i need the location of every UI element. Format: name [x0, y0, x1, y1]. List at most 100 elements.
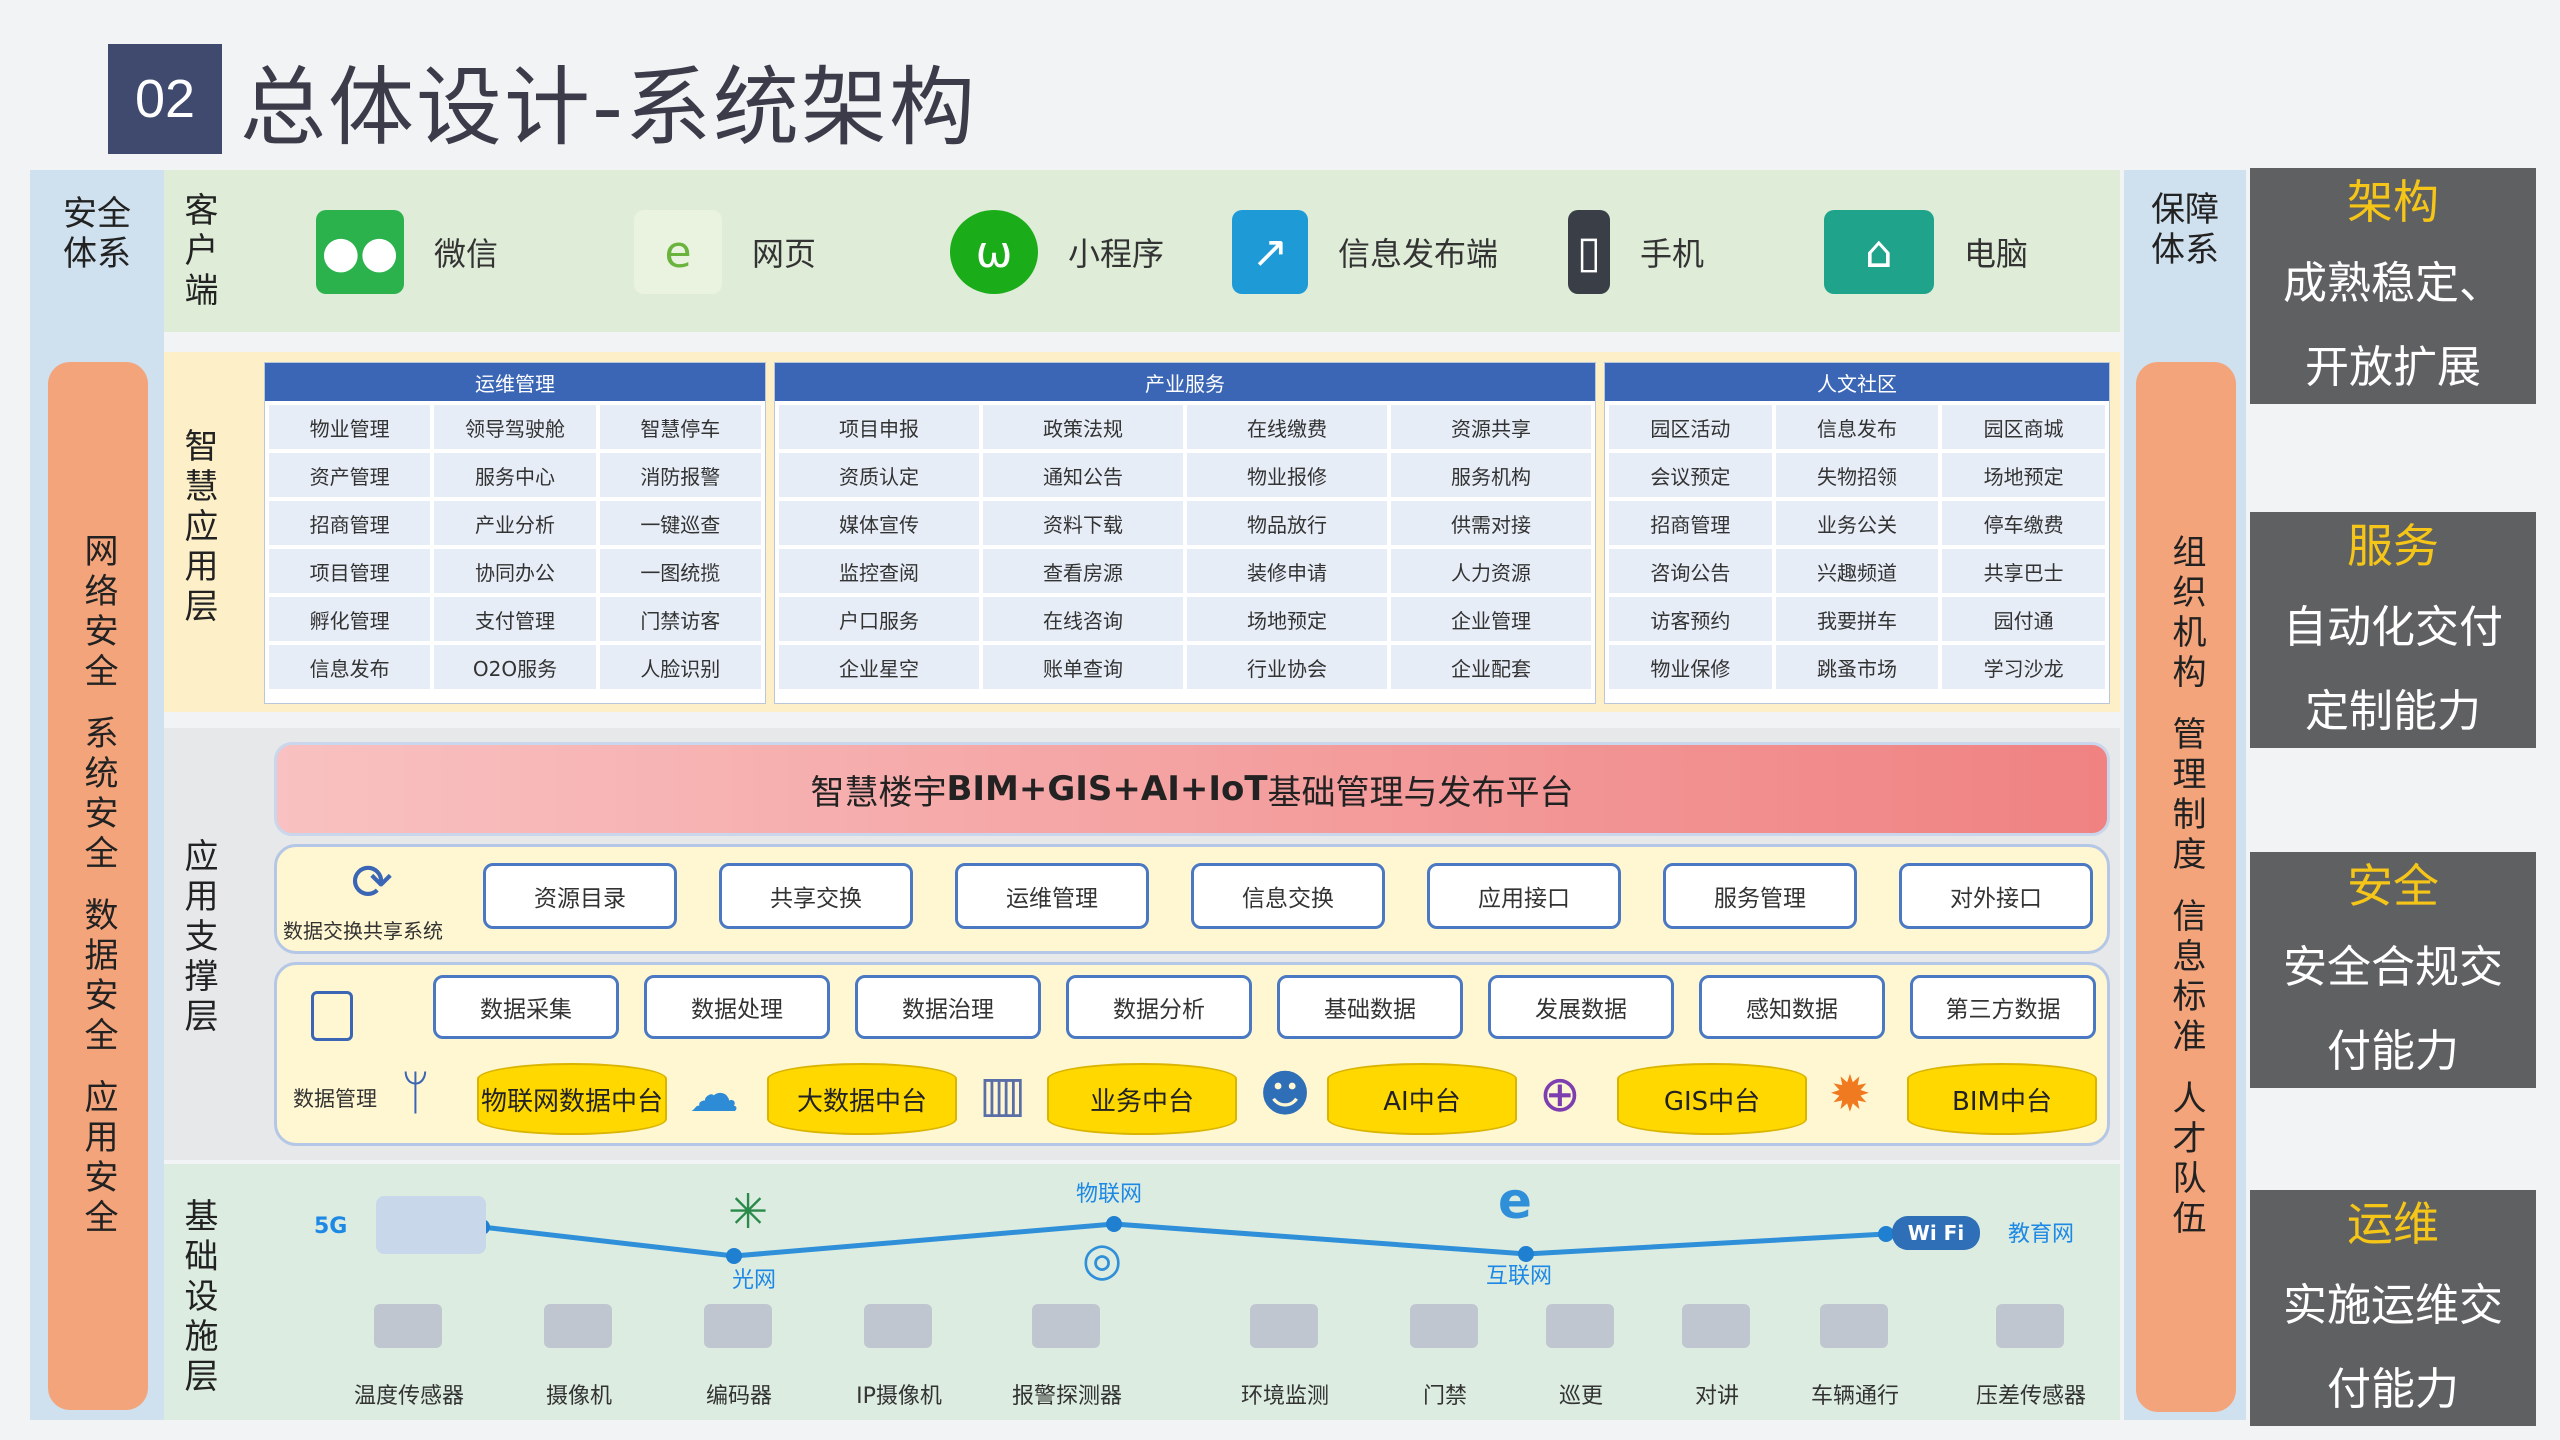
- exchange-button[interactable]: 应用接口: [1427, 863, 1621, 929]
- exchange-button[interactable]: 服务管理: [1663, 863, 1857, 929]
- app-cell[interactable]: 资料下载: [983, 501, 1183, 545]
- app-cell[interactable]: 服务中心: [434, 453, 596, 497]
- app-cell[interactable]: 服务机构: [1391, 453, 1591, 497]
- platform-cylinder[interactable]: 业务中台: [1047, 1063, 1237, 1135]
- client-wechat[interactable]: ●● 微信: [316, 210, 498, 294]
- app-cell[interactable]: 物业保修: [1609, 645, 1772, 689]
- app-cell[interactable]: 我要拼车: [1775, 597, 1939, 641]
- data-item-button[interactable]: 数据分析: [1066, 975, 1252, 1039]
- app-cell[interactable]: 学习沙龙: [1942, 645, 2105, 689]
- platform-cylinder[interactable]: AI中台: [1327, 1063, 1517, 1135]
- app-cell[interactable]: 物品放行: [1187, 501, 1387, 545]
- app-cell[interactable]: 账单查询: [983, 645, 1183, 689]
- data-item-button[interactable]: 基础数据: [1277, 975, 1463, 1039]
- app-cell[interactable]: 孵化管理: [269, 597, 431, 641]
- app-cell[interactable]: 会议预定: [1609, 453, 1772, 497]
- network-label-iot: 物联网: [1076, 1182, 1143, 1207]
- app-cell[interactable]: 产业分析: [434, 501, 596, 545]
- client-info-release[interactable]: ↗ 信息发布端: [1232, 210, 1498, 294]
- app-cell[interactable]: 咨询公告: [1609, 549, 1772, 593]
- app-cell[interactable]: 供需对接: [1391, 501, 1591, 545]
- app-cell[interactable]: 项目管理: [269, 549, 431, 593]
- app-cell[interactable]: 信息发布: [1775, 405, 1939, 449]
- app-cell[interactable]: 业务公关: [1775, 501, 1939, 545]
- guarantee-item: 管理制度: [2166, 716, 2206, 876]
- app-cell[interactable]: 领导驾驶舱: [434, 405, 596, 449]
- app-cell[interactable]: 查看房源: [983, 549, 1183, 593]
- app-cell[interactable]: 企业星空: [779, 645, 979, 689]
- exchange-button[interactable]: 对外接口: [1899, 863, 2093, 929]
- platform-cylinder[interactable]: 物联网数据中台: [477, 1063, 667, 1135]
- app-cell[interactable]: 资源共享: [1391, 405, 1591, 449]
- data-item-button[interactable]: 数据治理: [855, 975, 1041, 1039]
- app-cell[interactable]: 招商管理: [1609, 501, 1772, 545]
- app-group-title: 人文社区: [1605, 363, 2109, 401]
- app-cell[interactable]: 停车缴费: [1942, 501, 2105, 545]
- app-cell[interactable]: 支付管理: [434, 597, 596, 641]
- device-icon: [1410, 1304, 1478, 1348]
- card-heading: 安全: [2347, 859, 2439, 913]
- app-cell[interactable]: 物业管理: [269, 405, 431, 449]
- app-cell[interactable]: 失物招领: [1775, 453, 1939, 497]
- client-mini-program[interactable]: ω 小程序: [950, 210, 1164, 294]
- brain-icon: ☻: [1259, 1065, 1312, 1123]
- app-cell[interactable]: 在线咨询: [983, 597, 1183, 641]
- card-line: 定制能力: [2305, 686, 2481, 737]
- app-cell[interactable]: 智慧停车: [599, 405, 761, 449]
- app-cell[interactable]: 通知公告: [983, 453, 1183, 497]
- app-cell[interactable]: 招商管理: [269, 501, 431, 545]
- data-item-button[interactable]: 感知数据: [1699, 975, 1885, 1039]
- data-item-button[interactable]: 第三方数据: [1910, 975, 2096, 1039]
- app-cell[interactable]: 资质认定: [779, 453, 979, 497]
- app-cell[interactable]: 信息发布: [269, 645, 431, 689]
- app-cell[interactable]: 人脸识别: [599, 645, 761, 689]
- app-cell[interactable]: 兴趣频道: [1775, 549, 1939, 593]
- app-cell[interactable]: 园付通: [1942, 597, 2105, 641]
- platform-cylinder[interactable]: GIS中台: [1617, 1063, 1807, 1135]
- app-cell[interactable]: 政策法规: [983, 405, 1183, 449]
- app-cell[interactable]: 协同办公: [434, 549, 596, 593]
- app-cell[interactable]: 物业报修: [1187, 453, 1387, 497]
- network-label-fiber: 光网: [732, 1268, 777, 1293]
- client-phone[interactable]: ▯ 手机: [1568, 210, 1704, 294]
- exchange-button[interactable]: 资源目录: [483, 863, 677, 929]
- app-cell[interactable]: 企业管理: [1391, 597, 1591, 641]
- app-cell[interactable]: 户口服务: [779, 597, 979, 641]
- exchange-button[interactable]: 信息交换: [1191, 863, 1385, 929]
- app-cell[interactable]: 人力资源: [1391, 549, 1591, 593]
- exchange-button[interactable]: 运维管理: [955, 863, 1149, 929]
- data-item-button[interactable]: 数据处理: [644, 975, 830, 1039]
- app-cell[interactable]: 资产管理: [269, 453, 431, 497]
- data-item-button[interactable]: 数据采集: [433, 975, 619, 1039]
- base-station-icon: [376, 1196, 486, 1254]
- app-cell[interactable]: 园区商城: [1942, 405, 2105, 449]
- app-cell[interactable]: 访客预约: [1609, 597, 1772, 641]
- data-item-button[interactable]: 发展数据: [1488, 975, 1674, 1039]
- app-cell[interactable]: 园区活动: [1609, 405, 1772, 449]
- app-cell[interactable]: 一图统揽: [599, 549, 761, 593]
- iot-globe-icon: ◎: [1082, 1232, 1123, 1286]
- exchange-button[interactable]: 共享交换: [719, 863, 913, 929]
- card-heading: 运维: [2347, 1197, 2439, 1251]
- app-cell[interactable]: 一键巡查: [599, 501, 761, 545]
- app-cell[interactable]: 项目申报: [779, 405, 979, 449]
- app-cell[interactable]: O2O服务: [434, 645, 596, 689]
- app-cell[interactable]: 共享巴士: [1942, 549, 2105, 593]
- app-cell[interactable]: 企业配套: [1391, 645, 1591, 689]
- app-cell[interactable]: 监控查阅: [779, 549, 979, 593]
- app-cell[interactable]: 行业协会: [1187, 645, 1387, 689]
- app-cell[interactable]: 在线缴费: [1187, 405, 1387, 449]
- platform-cylinder[interactable]: BIM中台: [1907, 1063, 2097, 1135]
- app-cell[interactable]: 装修申请: [1187, 549, 1387, 593]
- app-cell[interactable]: 消防报警: [599, 453, 761, 497]
- app-cell[interactable]: 场地预定: [1187, 597, 1387, 641]
- app-cell[interactable]: 门禁访客: [599, 597, 761, 641]
- client-web[interactable]: e 网页: [634, 210, 816, 294]
- app-cell[interactable]: 媒体宣传: [779, 501, 979, 545]
- client-computer[interactable]: ⌂ 电脑: [1824, 210, 2028, 294]
- app-cell[interactable]: 跳蚤市场: [1775, 645, 1939, 689]
- device-icon: [1546, 1304, 1614, 1348]
- card-heading: 架构: [2347, 175, 2439, 229]
- app-cell[interactable]: 场地预定: [1942, 453, 2105, 497]
- platform-cylinder[interactable]: 大数据中台: [767, 1063, 957, 1135]
